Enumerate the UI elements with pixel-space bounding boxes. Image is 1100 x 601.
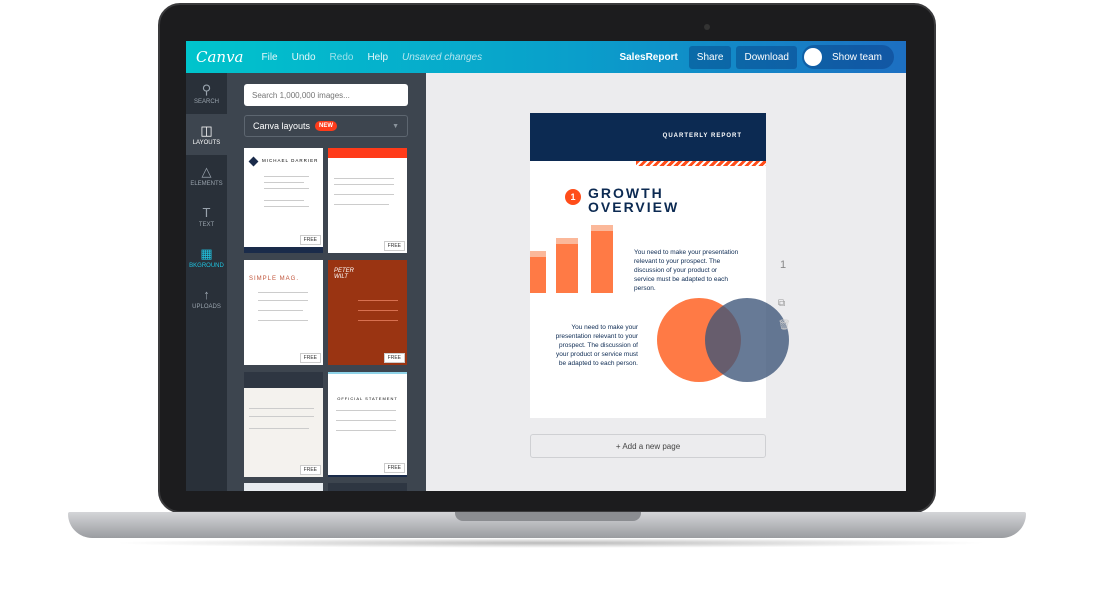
new-badge: NEW	[315, 121, 338, 131]
template-title: stripe	[381, 150, 401, 157]
text-icon: T	[202, 204, 211, 220]
template-title: MICHAEL DARRIER	[262, 158, 319, 163]
sidebar-item-elements[interactable]: △ ELEMENTS	[186, 155, 227, 196]
upload-icon: ↑	[203, 286, 210, 302]
template-card[interactable]	[328, 483, 407, 491]
menu-file[interactable]: File	[262, 52, 278, 63]
body-text[interactable]: You need to make your presentation relev…	[554, 323, 638, 368]
page-number: 1	[780, 259, 787, 271]
elements-icon: △	[201, 163, 212, 179]
canva-logo[interactable]: Canva	[196, 48, 244, 66]
sidebar-item-text[interactable]: T TEXT	[186, 196, 227, 237]
laptop-shadow	[110, 538, 990, 548]
design-canvas: QUARTERLY REPORT 1 GROWTH OVERVIEW You ne…	[426, 73, 906, 491]
camera	[704, 24, 710, 30]
bar-graphic	[530, 251, 546, 293]
laptop-notch	[455, 512, 641, 521]
sidebar-label: BKGROUND	[189, 262, 224, 269]
free-badge: FREE	[299, 235, 321, 245]
template-card[interactable]: MICHAEL DARRIER FREE	[244, 148, 323, 253]
template-title: OFFICIAL STATEMENT	[337, 396, 398, 401]
section-number: 1	[565, 189, 581, 205]
free-badge: FREE	[383, 463, 405, 473]
template-card[interactable]: PETER WILT FREE	[328, 260, 407, 365]
download-button[interactable]: Download	[736, 45, 797, 69]
sidebar-label: ELEMENTS	[190, 180, 223, 187]
free-badge: FREE	[383, 241, 405, 251]
delete-page-icon[interactable]: 🗑	[778, 320, 791, 331]
design-page[interactable]: QUARTERLY REPORT 1 GROWTH OVERVIEW You ne…	[530, 113, 789, 418]
free-badge: FREE	[299, 353, 321, 363]
chevron-down-icon: ▼	[392, 122, 399, 130]
free-badge: FREE	[383, 353, 405, 363]
document-title[interactable]: SalesReport	[619, 52, 677, 63]
layouts-panel: Canva layouts NEW ▼ MICHAEL DARRIER FREE s…	[227, 73, 426, 491]
image-search-input[interactable]	[244, 84, 408, 106]
sidebar-label: TEXT	[198, 221, 215, 228]
sidebar-item-search[interactable]: ⚲ SEARCH	[186, 73, 227, 114]
template-title: FRANCE HANSEN	[252, 377, 296, 383]
menu-redo[interactable]: Redo	[330, 52, 354, 63]
show-team-button[interactable]: Show team	[801, 45, 894, 69]
template-card[interactable]: FRANCE HANSEN FREE	[244, 372, 323, 477]
sidebar-item-background[interactable]: ▦ BKGROUND	[186, 237, 227, 278]
sidebar-label: LAYOUTS	[192, 139, 221, 146]
save-status: Unsaved changes	[402, 51, 483, 63]
page-title: GROWTH OVERVIEW	[588, 185, 680, 215]
bar-graphic	[591, 225, 613, 293]
template-card[interactable]: OFFICIAL STATEMENT FREE	[328, 372, 407, 477]
layout-select[interactable]: Canva layouts NEW ▼	[244, 115, 408, 137]
body-text[interactable]: You need to make your presentation relev…	[634, 248, 739, 293]
bar-graphic	[556, 238, 578, 293]
blue-circle	[705, 298, 789, 382]
sidebar-label: UPLOADS	[192, 303, 221, 310]
stripe-decoration	[636, 161, 766, 166]
template-card[interactable]: stripe FREE	[328, 148, 407, 253]
template-title: SIMPLE MAG.	[249, 276, 300, 282]
layout-select-label: Canva layouts	[253, 121, 311, 131]
menu-undo[interactable]: Undo	[292, 52, 316, 63]
add-page-button[interactable]: + Add a new page	[530, 434, 766, 458]
avatar	[803, 48, 822, 66]
layouts-icon: ◫	[200, 122, 213, 138]
sidebar-rail: ⚲ SEARCH ◫ LAYOUTS △ ELEMENTS T TEXT ▦ BKGROU…	[186, 73, 227, 491]
background-icon: ▦	[200, 245, 213, 261]
template-card[interactable]	[244, 483, 323, 491]
sidebar-item-layouts[interactable]: ◫ LAYOUTS	[186, 114, 227, 155]
show-team-label: Show team	[831, 51, 882, 63]
diamond-logo	[248, 156, 259, 167]
duplicate-page-icon[interactable]: ⧉	[778, 298, 785, 309]
sidebar-label: SEARCH	[193, 98, 219, 105]
free-badge: FREE	[299, 465, 321, 475]
template-card[interactable]: SIMPLE MAG. FREE	[244, 260, 323, 365]
share-button[interactable]: Share	[688, 45, 732, 69]
screen: Canva File Undo Redo Help Unsaved change…	[186, 41, 906, 491]
search-icon: ⚲	[201, 81, 212, 97]
sidebar-item-uploads[interactable]: ↑ UPLOADS	[186, 278, 227, 319]
template-title: PETER WILT	[334, 268, 355, 280]
page-header: QUARTERLY REPORT	[530, 113, 766, 161]
topbar: Canva File Undo Redo Help Unsaved change…	[186, 41, 906, 73]
menu-help[interactable]: Help	[367, 52, 388, 63]
